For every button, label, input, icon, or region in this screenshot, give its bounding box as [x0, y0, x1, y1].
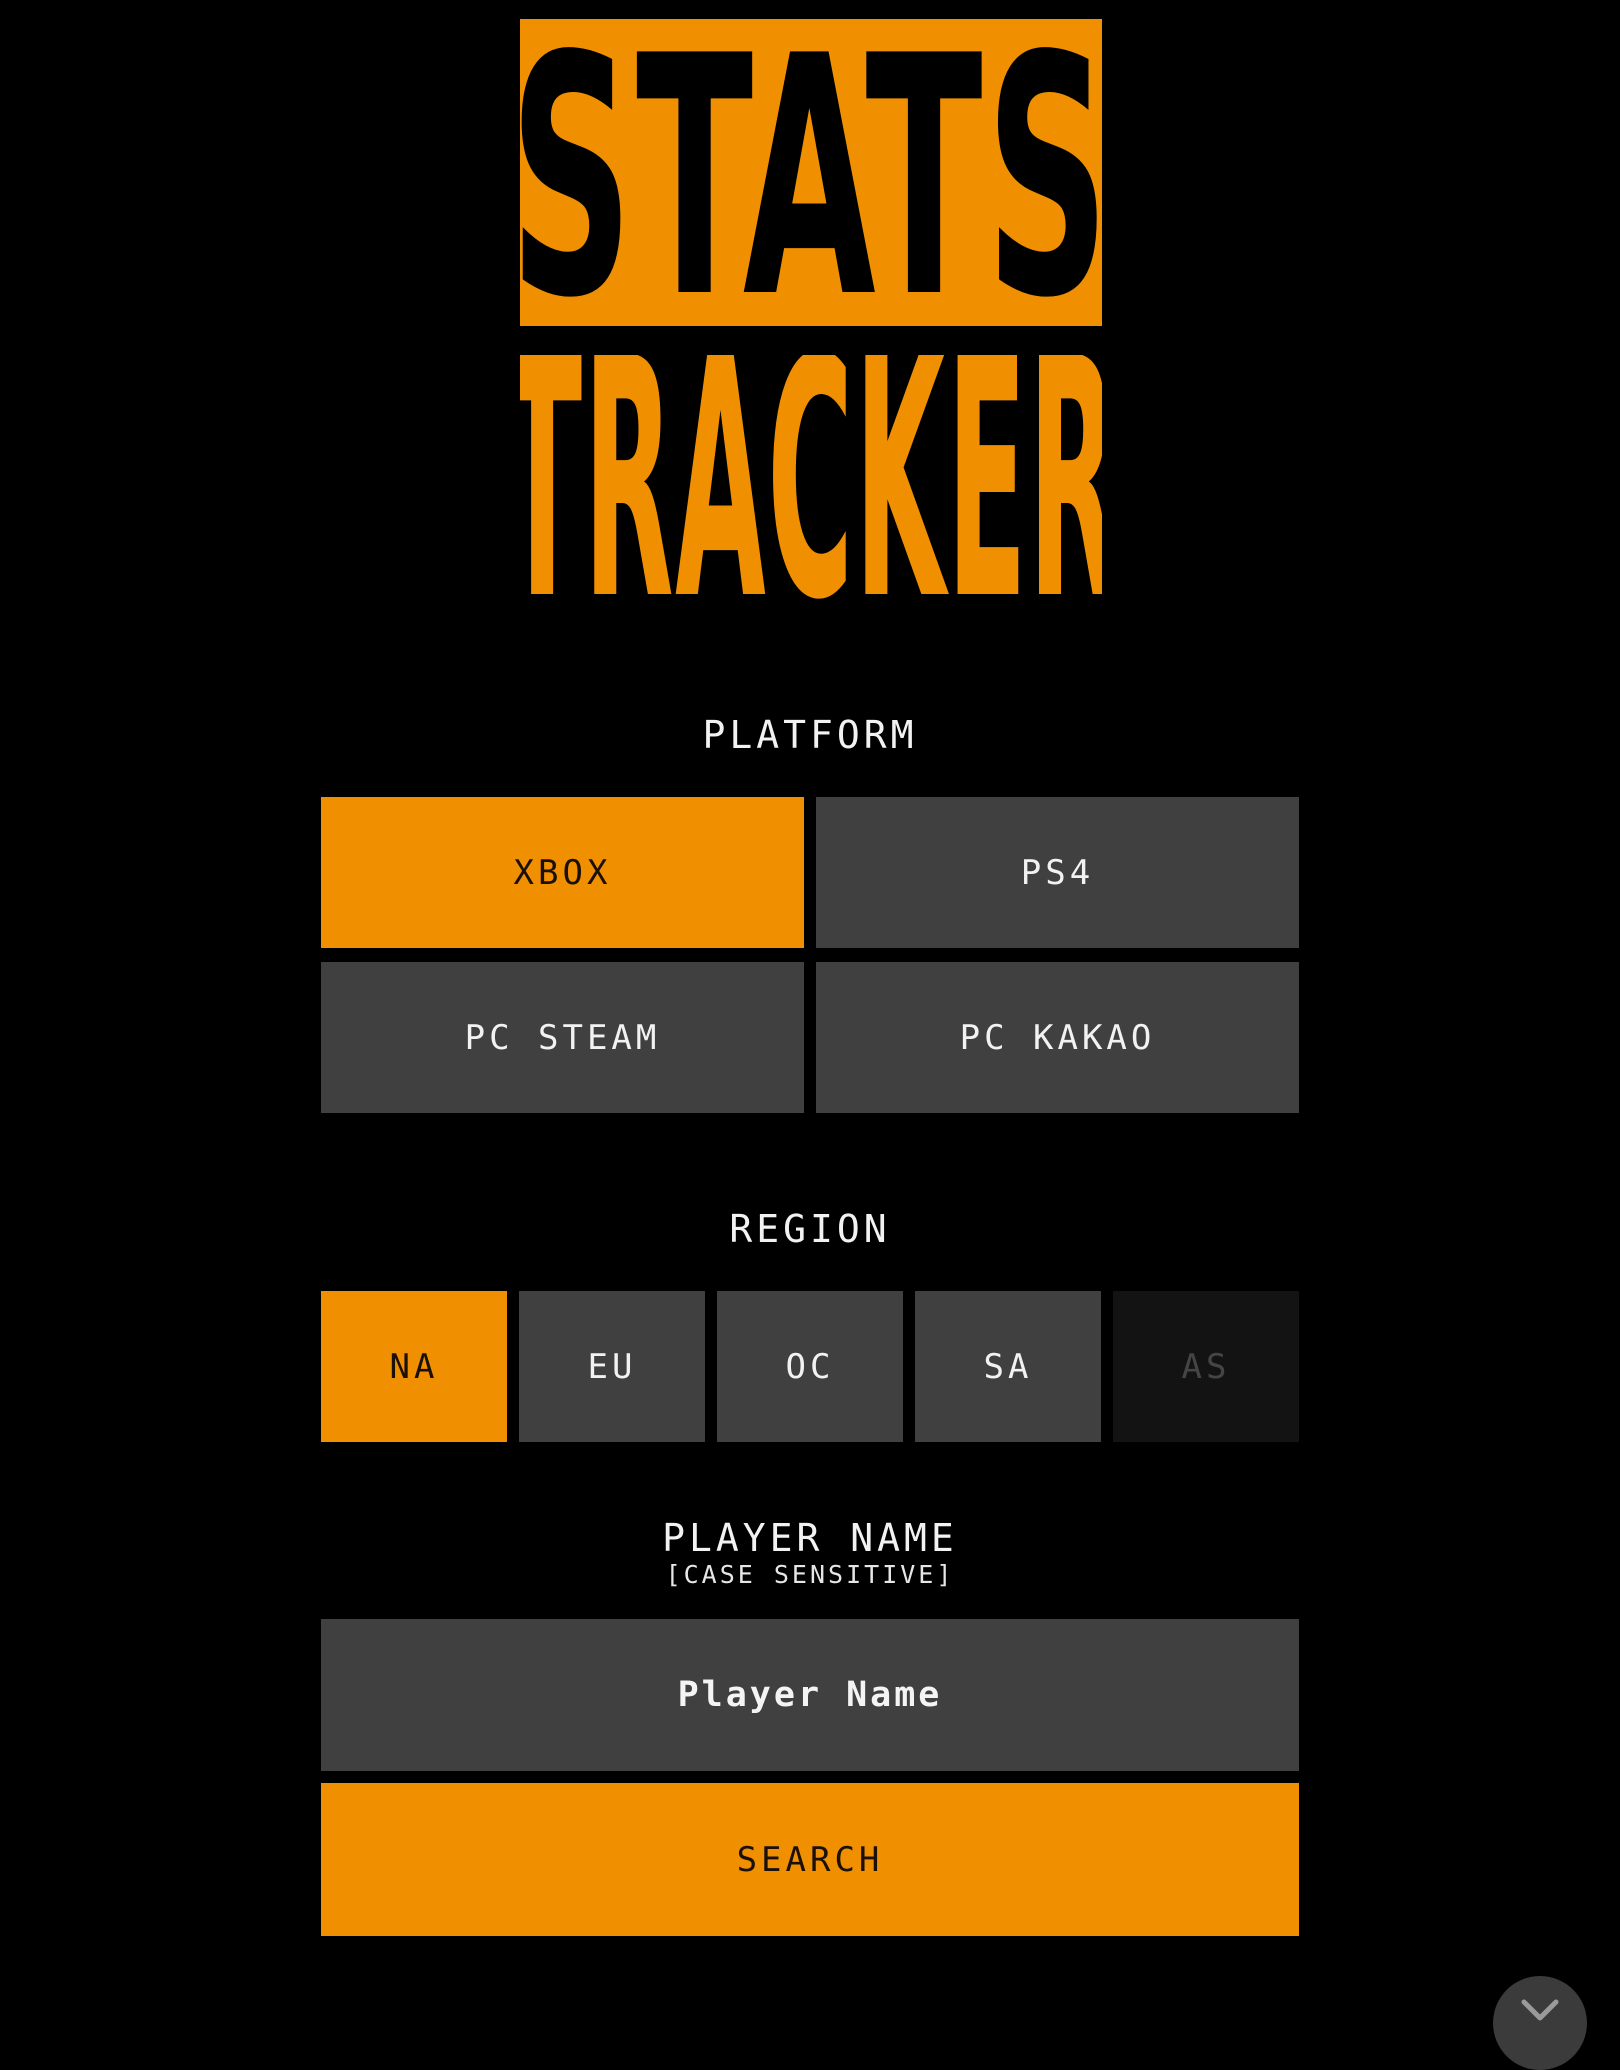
- region-oc-button[interactable]: OC: [717, 1291, 903, 1442]
- platform-xbox-button[interactable]: XBOX: [321, 797, 804, 948]
- player-name-input[interactable]: [321, 1619, 1299, 1771]
- region-label: REGION: [729, 1207, 891, 1251]
- floating-expand-button[interactable]: [1493, 1976, 1587, 2070]
- logo-stats-box: STATS: [520, 19, 1102, 326]
- logo-tracker-text: TRACKER: [520, 355, 1102, 605]
- player-name-label: PLAYER NAME: [662, 1516, 958, 1560]
- case-sensitive-note: [CASE SENSITIVE]: [665, 1560, 955, 1589]
- search-button[interactable]: SEARCH: [321, 1783, 1299, 1936]
- platform-pc-steam-button[interactable]: PC STEAM: [321, 962, 804, 1113]
- expand-chevron-icon: [1521, 1999, 1559, 2021]
- platform-pc-kakao-button[interactable]: PC KAKAO: [816, 962, 1299, 1113]
- region-sa-button[interactable]: SA: [915, 1291, 1101, 1442]
- platform-label: PLATFORM: [702, 713, 918, 757]
- platform-options: XBOX PS4 PC STEAM PC KAKAO: [321, 797, 1299, 1113]
- region-options: NA EU OC SA AS: [321, 1291, 1299, 1442]
- region-eu-button[interactable]: EU: [519, 1291, 705, 1442]
- logo-stats-text: STATS: [520, 19, 1102, 326]
- logo-tracker: TRACKER: [520, 355, 1102, 605]
- region-na-button[interactable]: NA: [321, 1291, 507, 1442]
- region-as-button: AS: [1113, 1291, 1299, 1442]
- platform-ps4-button[interactable]: PS4: [816, 797, 1299, 948]
